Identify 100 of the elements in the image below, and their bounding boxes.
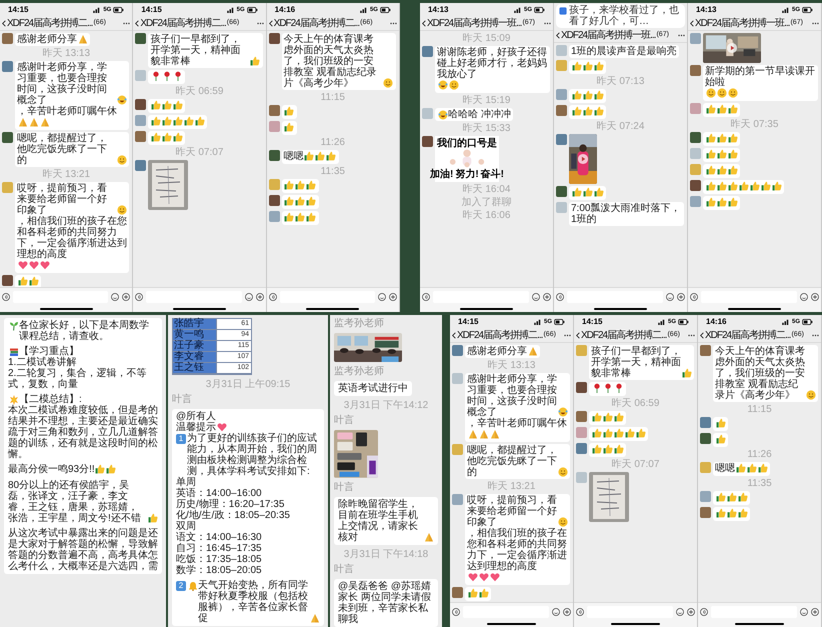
thumbs-up-icon [295,180,306,190]
plus-icon[interactable] [256,292,264,300]
thumbs-up-icon [326,151,336,161]
thumbs-up-icon [706,104,716,114]
thumbs-up-icon [150,132,161,142]
plus-icon[interactable] [687,608,695,616]
thumbs-up-icon [284,180,294,190]
thumbs-up-icon [614,444,624,454]
avatar[interactable] [700,507,711,518]
avatar[interactable] [268,105,280,116]
more-icon[interactable] [256,22,264,25]
plus-icon[interactable] [543,292,551,300]
avatar[interactable] [422,136,433,147]
status-time: 14:15 [582,316,602,328]
sender-name: 叶言 [334,482,354,493]
emoji-icon[interactable] [532,292,540,300]
plus-icon[interactable] [811,608,819,616]
thumbs-up-icon [602,412,612,422]
avatar[interactable] [135,160,146,171]
thumbs-up-icon [716,133,726,143]
voice-icon[interactable] [422,292,430,300]
rose-icon [614,383,624,393]
avatar[interactable] [2,132,13,143]
back-icon[interactable] [556,32,560,39]
more-icon[interactable] [123,22,130,25]
avatar[interactable] [2,275,13,286]
more-icon[interactable] [812,334,819,337]
emoji-icon[interactable] [800,608,808,616]
avatar[interactable] [690,65,701,76]
thumbs-up-icon [716,149,726,159]
back-icon[interactable] [576,332,580,339]
back-icon[interactable] [452,332,456,339]
back-icon[interactable] [135,20,140,27]
avatar[interactable] [700,433,711,444]
message-text: 孩子们一早都到了，开学第一天，精神面貌非常棒 [591,346,681,379]
emoji-icon[interactable] [676,608,684,616]
voice-icon[interactable] [556,292,564,300]
voice-icon[interactable] [576,608,584,616]
plus-icon[interactable] [677,292,685,300]
plus-icon[interactable] [388,292,397,300]
plus-icon[interactable] [122,292,130,300]
thumbs-up-icon [315,151,326,161]
back-icon[interactable] [2,20,6,27]
back-icon[interactable] [700,332,704,339]
chat-title: XDF24届高考拼搏二... [581,330,666,341]
play-icon[interactable] [726,42,738,54]
laughing-face-icon [558,407,568,417]
avatar[interactable] [690,132,701,143]
emoji-icon[interactable] [378,292,386,300]
emoji-icon[interactable] [666,292,674,300]
timestamp: 昨天 15:33 [462,123,510,134]
avatar[interactable] [268,33,280,44]
avatar[interactable] [135,33,146,44]
back-icon[interactable] [268,20,273,27]
avatar[interactable] [268,195,280,206]
plus-icon[interactable] [811,292,819,300]
voice-icon[interactable] [690,292,698,300]
voice-icon[interactable] [700,608,708,616]
emoji-icon[interactable] [552,608,560,616]
voice-icon[interactable] [452,608,460,616]
voice-icon[interactable] [268,292,277,300]
thumbs-up-icon [594,90,604,100]
play-icon[interactable] [578,154,588,164]
thumbs-up-icon [184,116,194,126]
plus-icon[interactable] [563,608,571,616]
smiley-icon [116,205,127,215]
avatar[interactable] [576,382,587,393]
emoji-icon[interactable] [111,292,120,300]
thumbs-up-icon [706,197,716,207]
avatar[interactable] [268,150,280,161]
signal-icon [514,7,522,13]
emoji-icon[interactable] [800,292,808,300]
avatar[interactable] [2,33,13,44]
avatar[interactable] [700,345,711,356]
avatar[interactable] [576,411,587,422]
more-icon[interactable] [812,22,819,25]
back-icon[interactable] [690,20,694,27]
more-icon[interactable] [544,22,551,25]
avatar[interactable] [135,131,146,142]
avatar[interactable] [690,180,701,191]
signal-icon [534,319,542,325]
back-icon[interactable] [422,20,426,27]
more-icon[interactable] [688,334,695,337]
table-cell: 王之钰 [173,363,217,373]
battery-icon [380,7,391,13]
avatar[interactable] [556,186,567,197]
message-text: 【学习重点】 [19,346,79,357]
more-icon[interactable] [678,34,685,37]
emoji-icon[interactable] [244,292,253,300]
more-icon[interactable] [564,334,571,337]
thumbs-up-icon [150,116,161,126]
battery-icon [246,7,258,13]
notification-banner[interactable]: 孩子，来学校看过了，也看了好几个，可… [556,4,685,28]
voice-icon[interactable] [2,292,10,300]
voice-icon[interactable] [135,292,144,300]
avatar[interactable] [556,105,567,116]
avatar[interactable] [452,587,463,598]
more-icon[interactable] [390,22,397,25]
message-text: 1.二模试卷讲解 [8,357,76,368]
avatar[interactable] [135,99,146,110]
